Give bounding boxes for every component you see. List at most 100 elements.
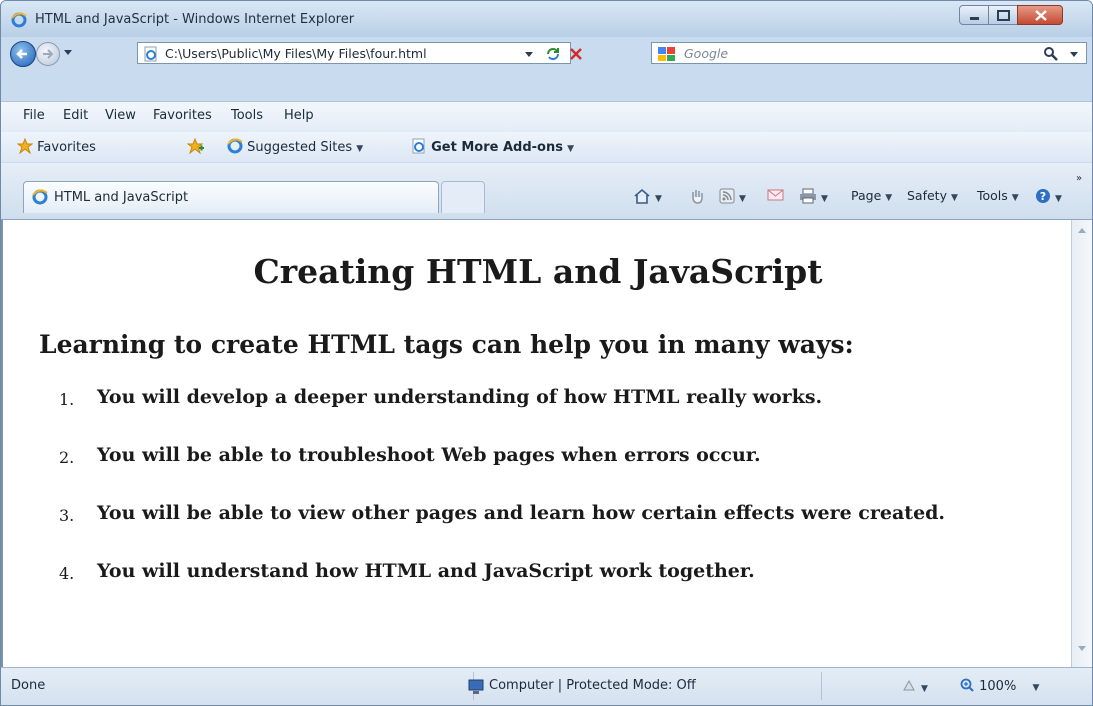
list-item-text: You will be able to troubleshoot Web pag… [97,444,761,466]
title-bar: HTML and JavaScript - Windows Internet E… [1,1,1092,37]
safety-menu-label: Safety [907,188,947,203]
chevron-down-icon: ▼ [356,144,364,154]
maximize-button[interactable] [988,5,1018,25]
divider [821,672,822,700]
address-dropdown-icon[interactable] [524,51,534,59]
menu-help[interactable]: Help [284,108,314,123]
chevron-down-icon: ▼ [950,193,958,203]
list-item-number: 3. [59,506,75,525]
address-bar[interactable]: C:\Users\Public\My Files\My Files\four.h… [137,42,582,64]
svg-text:?: ? [1040,190,1046,203]
ie-icon [11,12,27,28]
add-to-favorites-button[interactable] [186,137,205,155]
page-icon [412,138,425,154]
refresh-icon[interactable] [544,45,562,63]
page-menu-button[interactable]: Page ▼ [851,188,892,203]
status-text: Done [11,678,46,693]
menu-tools[interactable]: Tools [231,108,263,123]
page-menu-label: Page [851,188,882,203]
tab-label: HTML and JavaScript [54,190,189,205]
forward-button[interactable] [36,42,60,66]
list-item-number: 2. [59,448,75,467]
page-content: Creating HTML and JavaScript Learning to… [1,220,1071,667]
star-icon [16,137,34,155]
minimize-button[interactable] [959,5,989,25]
search-box[interactable]: Google [651,42,1087,64]
back-button[interactable] [10,41,36,67]
add-ons-status-button[interactable]: ▼ [901,678,928,694]
print-button[interactable]: ▼ [799,188,828,204]
read-mail-button[interactable] [767,188,785,203]
page-icon [144,46,157,62]
zoom-level: 100% [979,679,1017,694]
list-item-number: 1. [59,390,75,409]
search-icon[interactable] [1044,47,1058,61]
favorites-bar: Favorites Suggested Sites ▼ Get More Add… [1,132,1092,162]
back-icon [16,49,27,59]
safety-menu-button[interactable]: Safety ▼ [907,188,958,203]
hand-tool-button[interactable] [689,188,705,204]
google-icon [658,47,675,61]
security-zone[interactable]: Computer | Protected Mode: Off [468,678,696,694]
scroll-up-icon[interactable] [1077,226,1087,234]
search-input[interactable]: Google [684,46,728,61]
tab-html-and-javascript[interactable]: HTML and JavaScript [23,181,439,213]
security-zone-label: Computer | Protected Mode: Off [489,678,696,693]
page-title: Creating HTML and JavaScript [253,252,823,291]
suggested-sites-button[interactable]: Suggested Sites ▼ [227,138,363,155]
search-dropdown-icon[interactable] [1070,52,1078,58]
help-icon: ? [1036,189,1050,203]
add-favorite-icon [186,137,204,155]
list-item-text: You will be able to view other pages and… [97,502,946,524]
chevron-down-icon: ▼ [654,194,662,204]
get-add-ons-button[interactable]: Get More Add-ons ▼ [411,138,574,155]
tools-menu-button[interactable]: Tools ▼ [977,188,1019,203]
favorites-button[interactable]: Favorites [16,137,96,155]
chevron-down-icon: ▼ [1032,683,1040,693]
manage-add-ons-icon [903,679,915,691]
navigation-bar: C:\Users\Public\My Files\My Files\four.h… [1,37,1092,67]
print-icon [800,188,816,204]
ie-icon [227,138,243,154]
menu-view[interactable]: View [105,108,136,123]
add-ons-label: Get More Add-ons [431,140,563,155]
mail-icon [767,189,784,201]
status-bar: Done Computer | Protected Mode: Off ▼ 10… [1,667,1092,705]
tools-menu-label: Tools [977,188,1008,203]
list-item-text: You will develop a deeper understanding … [97,386,823,408]
suggested-sites-label: Suggested Sites [247,140,353,155]
computer-icon [468,679,484,694]
chevron-down-icon: ▼ [920,684,928,694]
new-tab-button[interactable] [441,181,485,213]
ie-icon [32,189,48,205]
zoom-icon [960,678,974,692]
hand-icon [692,190,703,204]
forward-icon [43,49,54,59]
list-item-number: 4. [59,564,75,583]
menu-bar: File Edit View Favorites Tools Help [1,101,1092,133]
history-dropdown-icon[interactable] [63,49,73,57]
vertical-scrollbar[interactable] [1071,220,1092,667]
home-button[interactable]: ▼ [633,188,662,204]
page-subheading: Learning to create HTML tags can help yo… [39,330,854,359]
chevron-down-icon: ▼ [567,144,575,154]
favorites-label: Favorites [37,140,96,155]
scroll-down-icon[interactable] [1077,645,1087,653]
menu-file[interactable]: File [23,108,45,123]
more-commands-icon[interactable]: » [1076,173,1082,184]
zoom-button[interactable]: 100% ▼ [959,678,1039,694]
feeds-button[interactable]: ▼ [719,188,746,204]
menu-favorites[interactable]: Favorites [153,108,212,123]
stop-icon[interactable] [568,46,584,62]
list-item-text: You will understand how HTML and JavaScr… [97,560,755,582]
feeds-icon [719,188,735,204]
help-button[interactable]: ? ▼ [1035,188,1062,204]
address-text: C:\Users\Public\My Files\My Files\four.h… [165,46,427,61]
menu-edit[interactable]: Edit [63,108,88,123]
close-button[interactable] [1017,5,1063,25]
chevron-down-icon: ▼ [738,194,746,204]
browser-window: HTML and JavaScript - Windows Internet E… [0,0,1093,706]
tab-bar: HTML and JavaScript ▼ ▼ ▼ Page ▼ Safety … [1,163,1092,220]
chevron-down-icon: ▼ [1054,194,1062,204]
home-icon [634,188,650,204]
